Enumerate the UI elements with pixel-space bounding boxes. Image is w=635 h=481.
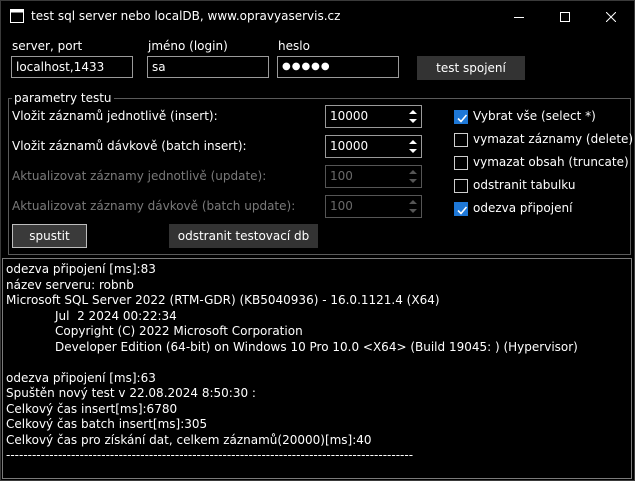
password-input[interactable]: ●●●●●	[277, 56, 399, 78]
test-connection-button[interactable]: test spojení	[417, 56, 525, 80]
checkbox-select-all-label[interactable]: Vybrat vše (select *)	[473, 109, 596, 123]
app-window: test sql server nebo localDB, www.opravy…	[0, 0, 635, 481]
spin-arrows-icon	[409, 140, 417, 153]
checkbox-truncate[interactable]	[454, 156, 468, 170]
login-label: jméno (login)	[148, 39, 228, 53]
checkmark-icon	[457, 206, 468, 215]
log-line: Copyright (C) 2022 Microsoft Corporation	[55, 324, 303, 338]
update-stepper[interactable]: 100	[325, 165, 422, 188]
maximize-button[interactable]	[542, 1, 588, 32]
log-line: Celkový čas pro získání dat, celkem zázn…	[6, 432, 372, 447]
insert-value: 10000	[330, 109, 369, 123]
app-icon	[10, 9, 24, 23]
log-line: odezva připojení [ms]:63	[6, 370, 156, 385]
password-label: heslo	[278, 39, 310, 53]
batch-insert-stepper[interactable]: 10000	[325, 135, 422, 158]
spin-arrows-icon	[409, 200, 417, 213]
checkbox-select-all[interactable]	[454, 110, 468, 124]
minimize-button[interactable]	[496, 1, 542, 32]
log-line: Celkový čas insert[ms]:6780	[6, 401, 178, 416]
checkbox-connection-response[interactable]	[454, 202, 468, 216]
title-bar[interactable]: test sql server nebo localDB, www.opravy…	[1, 1, 634, 32]
window-title: test sql server nebo localDB, www.opravy…	[31, 9, 341, 23]
checkbox-connection-response-label[interactable]: odezva připojení	[473, 201, 572, 215]
insert-label: Vložit záznamů jednotlivě (insert):	[12, 109, 218, 123]
checkbox-drop-table-label[interactable]: odstranit tabulku	[473, 178, 575, 192]
insert-stepper[interactable]: 10000	[325, 105, 422, 128]
log-line: název serveru: robnb	[6, 277, 134, 292]
run-button[interactable]: spustit	[12, 224, 87, 248]
spin-arrows-icon	[409, 110, 417, 123]
batch-insert-value: 10000	[330, 139, 369, 153]
batch-update-label: Aktualizovat záznamy dávkově (batch upda…	[12, 199, 296, 213]
log-line: Microsoft SQL Server 2022 (RTM-GDR) (KB5…	[6, 293, 440, 307]
minimize-icon	[514, 16, 524, 18]
output-log[interactable]: odezva připojení [ms]:83 název serveru: …	[2, 258, 632, 479]
server-input[interactable]: localhost,1433	[11, 56, 133, 78]
checkbox-delete-label[interactable]: vymazat záznamy (delete)	[473, 132, 633, 146]
checkmark-icon	[457, 114, 468, 123]
checkbox-delete[interactable]	[454, 133, 468, 147]
group-title: parametry testu	[12, 91, 114, 105]
batch-insert-label: Vložit záznamů dávkově (batch insert):	[12, 139, 247, 153]
log-line: Jul 2 2024 00:22:34	[55, 308, 177, 323]
batch-update-stepper[interactable]: 100	[325, 195, 422, 218]
server-label: server, port	[12, 39, 83, 53]
log-line: ----------------------------------------…	[6, 448, 414, 462]
maximize-icon	[560, 11, 570, 22]
spin-arrows-icon	[409, 170, 417, 183]
log-line: odezva připojení [ms]:83	[6, 262, 156, 276]
log-line: Celkový čas batch insert[ms]:305	[6, 417, 208, 431]
checkbox-drop-table[interactable]	[454, 179, 468, 193]
update-value: 100	[330, 169, 353, 183]
update-label: Aktualizovat záznamy jednotlivě (update)…	[12, 169, 267, 183]
batch-update-value: 100	[330, 199, 353, 213]
checkbox-truncate-label[interactable]: vymazat obsah (truncate)	[473, 155, 629, 169]
log-line: Developer Edition (64-bit) on Windows 10…	[55, 339, 578, 354]
log-line: Spuštěn nový test v 22.08.2024 8:50:30 :	[6, 386, 256, 400]
login-input[interactable]: sa	[147, 56, 269, 78]
close-button[interactable]	[588, 1, 634, 32]
drop-test-db-button[interactable]: odstranit testovací db	[169, 224, 318, 248]
close-icon	[606, 11, 616, 22]
